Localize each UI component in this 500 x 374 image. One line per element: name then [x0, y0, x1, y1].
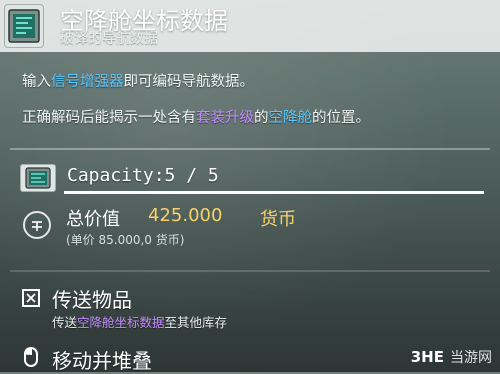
desc-text: 即可编码导航数据。: [123, 74, 255, 90]
section-divider: [10, 148, 490, 150]
suit-upgrade-link: 套装升级: [196, 110, 254, 126]
mouse-icon: [20, 346, 42, 368]
unit-price-text: (单价 85.000,0 货币): [66, 233, 185, 247]
description-line-2: 正确解码后能揭示一处含有套装升级的空降舱的位置。: [22, 106, 370, 127]
watermark: 3HE 当游网: [411, 347, 492, 367]
item-header: 空降舱坐标数据 破译的导航数据: [0, 0, 500, 52]
desc-text: 传送: [52, 315, 78, 330]
transfer-button-icon[interactable]: [22, 289, 40, 307]
transfer-description: 传送空降舱坐标数据至其他库存: [52, 312, 227, 331]
item-subtitle: 破译的导航数据: [60, 31, 158, 47]
capacity-readout: Capacity:5 / 5: [67, 165, 219, 186]
nav-data-small-icon: [20, 164, 56, 192]
total-value-amount: 425.000: [148, 205, 223, 226]
total-value-currency: 货币: [260, 209, 296, 230]
desc-text: 至其他库存: [164, 315, 228, 330]
section-divider: [10, 270, 490, 272]
drop-pod-data-link: 空降舱坐标数据: [77, 315, 165, 330]
description-line-1: 输入信号增强器即可编码导航数据。: [22, 70, 254, 91]
signal-booster-link: 信号增强器: [51, 74, 124, 90]
desc-text: 的: [254, 110, 269, 126]
nav-data-item-icon: [4, 4, 44, 48]
total-value-label: 总价值: [66, 209, 120, 230]
watermark-logo: 3HE: [410, 348, 444, 366]
drop-pod-link: 空降舱: [268, 110, 313, 126]
capacity-underline: [64, 191, 484, 194]
desc-text: 正确解码后能揭示一处含有: [22, 110, 196, 126]
watermark-text: 当游网: [450, 350, 492, 366]
move-and-stack-button[interactable]: 移动并堆叠: [52, 345, 152, 374]
transfer-items-button[interactable]: 传送物品: [52, 284, 132, 313]
desc-text: 输入: [22, 74, 51, 90]
desc-text: 的位置。: [312, 110, 370, 126]
units-currency-icon: [23, 211, 51, 239]
